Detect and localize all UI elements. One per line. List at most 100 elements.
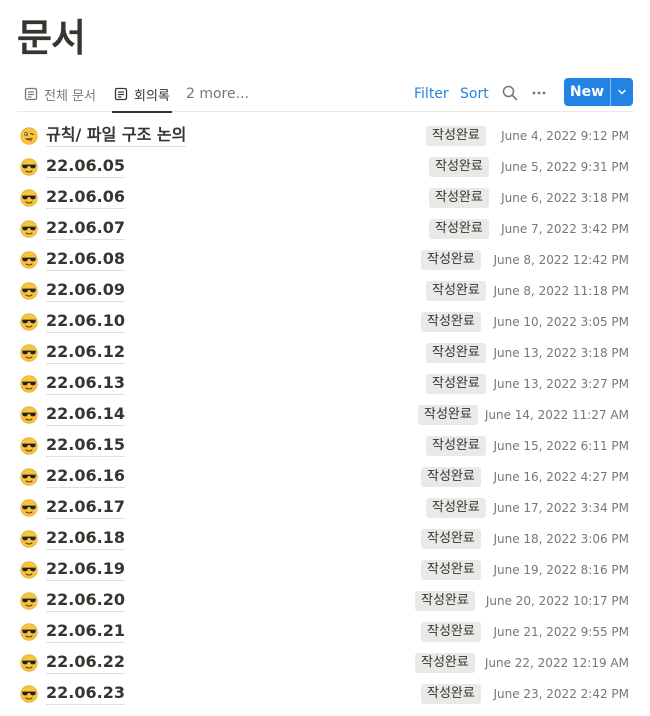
- list-item[interactable]: 22.06.09 작성완료 June 8, 2022 11:18 PM: [17, 275, 633, 306]
- sunglasses-face-icon: [20, 623, 38, 641]
- sunglasses-face-icon: [20, 158, 38, 176]
- status-badge: 작성완료: [429, 219, 489, 239]
- created-date: June 14, 2022 11:27 AM: [484, 408, 629, 422]
- created-date: June 10, 2022 3:05 PM: [493, 315, 629, 329]
- list-item[interactable]: 22.06.05 작성완료 June 5, 2022 9:31 PM: [17, 151, 633, 182]
- row-title[interactable]: 22.06.08: [46, 248, 125, 271]
- row-title[interactable]: 22.06.16: [46, 465, 125, 488]
- sunglasses-face-icon: [20, 282, 38, 300]
- sunglasses-face-icon: [20, 530, 38, 548]
- sunglasses-face-icon: [20, 251, 38, 269]
- row-title[interactable]: 22.06.21: [46, 620, 125, 643]
- chevron-down-icon: [618, 89, 626, 95]
- list-item[interactable]: 22.06.20 작성완료 June 20, 2022 10:17 PM: [17, 585, 633, 616]
- sunglasses-face-icon: [20, 220, 38, 238]
- row-title[interactable]: 22.06.20: [46, 589, 125, 612]
- filter-button[interactable]: Filter: [414, 84, 449, 104]
- status-badge: 작성완료: [421, 312, 481, 332]
- list-item[interactable]: 22.06.17 작성완료 June 17, 2022 3:34 PM: [17, 492, 633, 523]
- created-date: June 6, 2022 3:18 PM: [501, 191, 629, 205]
- row-title[interactable]: 22.06.22: [46, 651, 125, 674]
- status-badge: 작성완료: [421, 467, 481, 487]
- row-title[interactable]: 22.06.10: [46, 310, 125, 333]
- list-item[interactable]: 22.06.18 작성완료 June 18, 2022 3:06 PM: [17, 523, 633, 554]
- list-item[interactable]: 규칙/ 파일 구조 논의 작성완료 June 4, 2022 9:12 PM: [17, 120, 633, 151]
- list-item[interactable]: 22.06.07 작성완료 June 7, 2022 3:42 PM: [17, 213, 633, 244]
- sunglasses-face-icon: [20, 561, 38, 579]
- list-item[interactable]: 22.06.14 작성완료 June 14, 2022 11:27 AM: [17, 399, 633, 430]
- new-button[interactable]: New: [564, 78, 611, 106]
- created-date: June 8, 2022 12:42 PM: [493, 253, 629, 267]
- status-badge: 작성완료: [426, 436, 486, 456]
- status-badge: 작성완료: [429, 157, 489, 177]
- sunglasses-face-icon: [20, 406, 38, 424]
- sunglasses-face-icon: [20, 499, 38, 517]
- drooling-face-icon: [20, 127, 38, 145]
- created-date: June 23, 2022 2:42 PM: [493, 687, 629, 701]
- tab-label: 전체 문서: [44, 88, 96, 104]
- row-title[interactable]: 22.06.05: [46, 155, 125, 178]
- list-item[interactable]: 22.06.13 작성완료 June 13, 2022 3:27 PM: [17, 368, 633, 399]
- status-badge: 작성완료: [426, 281, 486, 301]
- list-item[interactable]: 22.06.21 작성완료 June 21, 2022 9:55 PM: [17, 616, 633, 647]
- tab-meeting-notes[interactable]: 회의록: [112, 76, 172, 113]
- row-title[interactable]: 22.06.06: [46, 186, 125, 209]
- status-badge: 작성완료: [421, 250, 481, 270]
- list-item[interactable]: 22.06.08 작성완료 June 8, 2022 12:42 PM: [17, 244, 633, 275]
- list-item[interactable]: 22.06.15 작성완료 June 15, 2022 6:11 PM: [17, 430, 633, 461]
- list-item[interactable]: 22.06.22 작성완료 June 22, 2022 12:19 AM: [17, 647, 633, 678]
- new-button-group: New: [564, 78, 633, 106]
- status-badge: 작성완료: [415, 591, 475, 611]
- created-date: June 5, 2022 9:31 PM: [501, 160, 629, 174]
- created-date: June 13, 2022 3:27 PM: [493, 377, 629, 391]
- document-list: 규칙/ 파일 구조 논의 작성완료 June 4, 2022 9:12 PM 22.0…: [17, 120, 633, 709]
- status-badge: 작성완료: [429, 188, 489, 208]
- created-date: June 19, 2022 8:16 PM: [493, 563, 629, 577]
- row-title[interactable]: 22.06.18: [46, 527, 125, 550]
- list-item[interactable]: 22.06.12 작성완료 June 13, 2022 3:18 PM: [17, 337, 633, 368]
- sunglasses-face-icon: [20, 437, 38, 455]
- created-date: June 22, 2022 12:19 AM: [484, 656, 629, 670]
- created-date: June 7, 2022 3:42 PM: [501, 222, 629, 236]
- row-title[interactable]: 22.06.17: [46, 496, 125, 519]
- status-badge: 작성완료: [421, 529, 481, 549]
- sunglasses-face-icon: [20, 592, 38, 610]
- list-item[interactable]: 22.06.16 작성완료 June 16, 2022 4:27 PM: [17, 461, 633, 492]
- status-badge: 작성완료: [426, 343, 486, 363]
- created-date: June 16, 2022 4:27 PM: [493, 470, 629, 484]
- row-title[interactable]: 22.06.15: [46, 434, 125, 457]
- status-badge: 작성완료: [421, 684, 481, 704]
- status-badge: 작성완료: [426, 498, 486, 518]
- tab-more[interactable]: 2 more...: [184, 76, 251, 112]
- created-date: June 15, 2022 6:11 PM: [493, 439, 629, 453]
- row-title[interactable]: 22.06.19: [46, 558, 125, 581]
- created-date: June 13, 2022 3:18 PM: [493, 346, 629, 360]
- new-dropdown-button[interactable]: [611, 78, 633, 106]
- list-item[interactable]: 22.06.23 작성완료 June 23, 2022 2:42 PM: [17, 678, 633, 709]
- sunglasses-face-icon: [20, 468, 38, 486]
- status-badge: 작성완료: [426, 126, 486, 146]
- row-title[interactable]: 22.06.09: [46, 279, 125, 302]
- sunglasses-face-icon: [20, 375, 38, 393]
- list-item[interactable]: 22.06.06 작성완료 June 6, 2022 3:18 PM: [17, 182, 633, 213]
- more-icon[interactable]: [528, 82, 550, 104]
- list-item[interactable]: 22.06.19 작성완료 June 19, 2022 8:16 PM: [17, 554, 633, 585]
- created-date: June 20, 2022 10:17 PM: [485, 594, 629, 608]
- tab-all-documents[interactable]: 전체 문서: [22, 76, 98, 112]
- row-title[interactable]: 22.06.13: [46, 372, 125, 395]
- status-badge: 작성완료: [415, 653, 475, 673]
- list-item[interactable]: 22.06.10 작성완료 June 10, 2022 3:05 PM: [17, 306, 633, 337]
- row-title[interactable]: 규칙/ 파일 구조 논의: [46, 124, 187, 147]
- sunglasses-face-icon: [20, 654, 38, 672]
- tab-label: 회의록: [134, 88, 170, 104]
- search-icon[interactable]: [499, 82, 521, 104]
- row-title[interactable]: 22.06.23: [46, 682, 125, 705]
- sunglasses-face-icon: [20, 189, 38, 207]
- sunglasses-face-icon: [20, 313, 38, 331]
- row-title[interactable]: 22.06.12: [46, 341, 125, 364]
- row-title[interactable]: 22.06.07: [46, 217, 125, 240]
- page-title: 문서: [17, 16, 86, 60]
- sort-button[interactable]: Sort: [460, 84, 489, 104]
- created-date: June 18, 2022 3:06 PM: [493, 532, 629, 546]
- row-title[interactable]: 22.06.14: [46, 403, 125, 426]
